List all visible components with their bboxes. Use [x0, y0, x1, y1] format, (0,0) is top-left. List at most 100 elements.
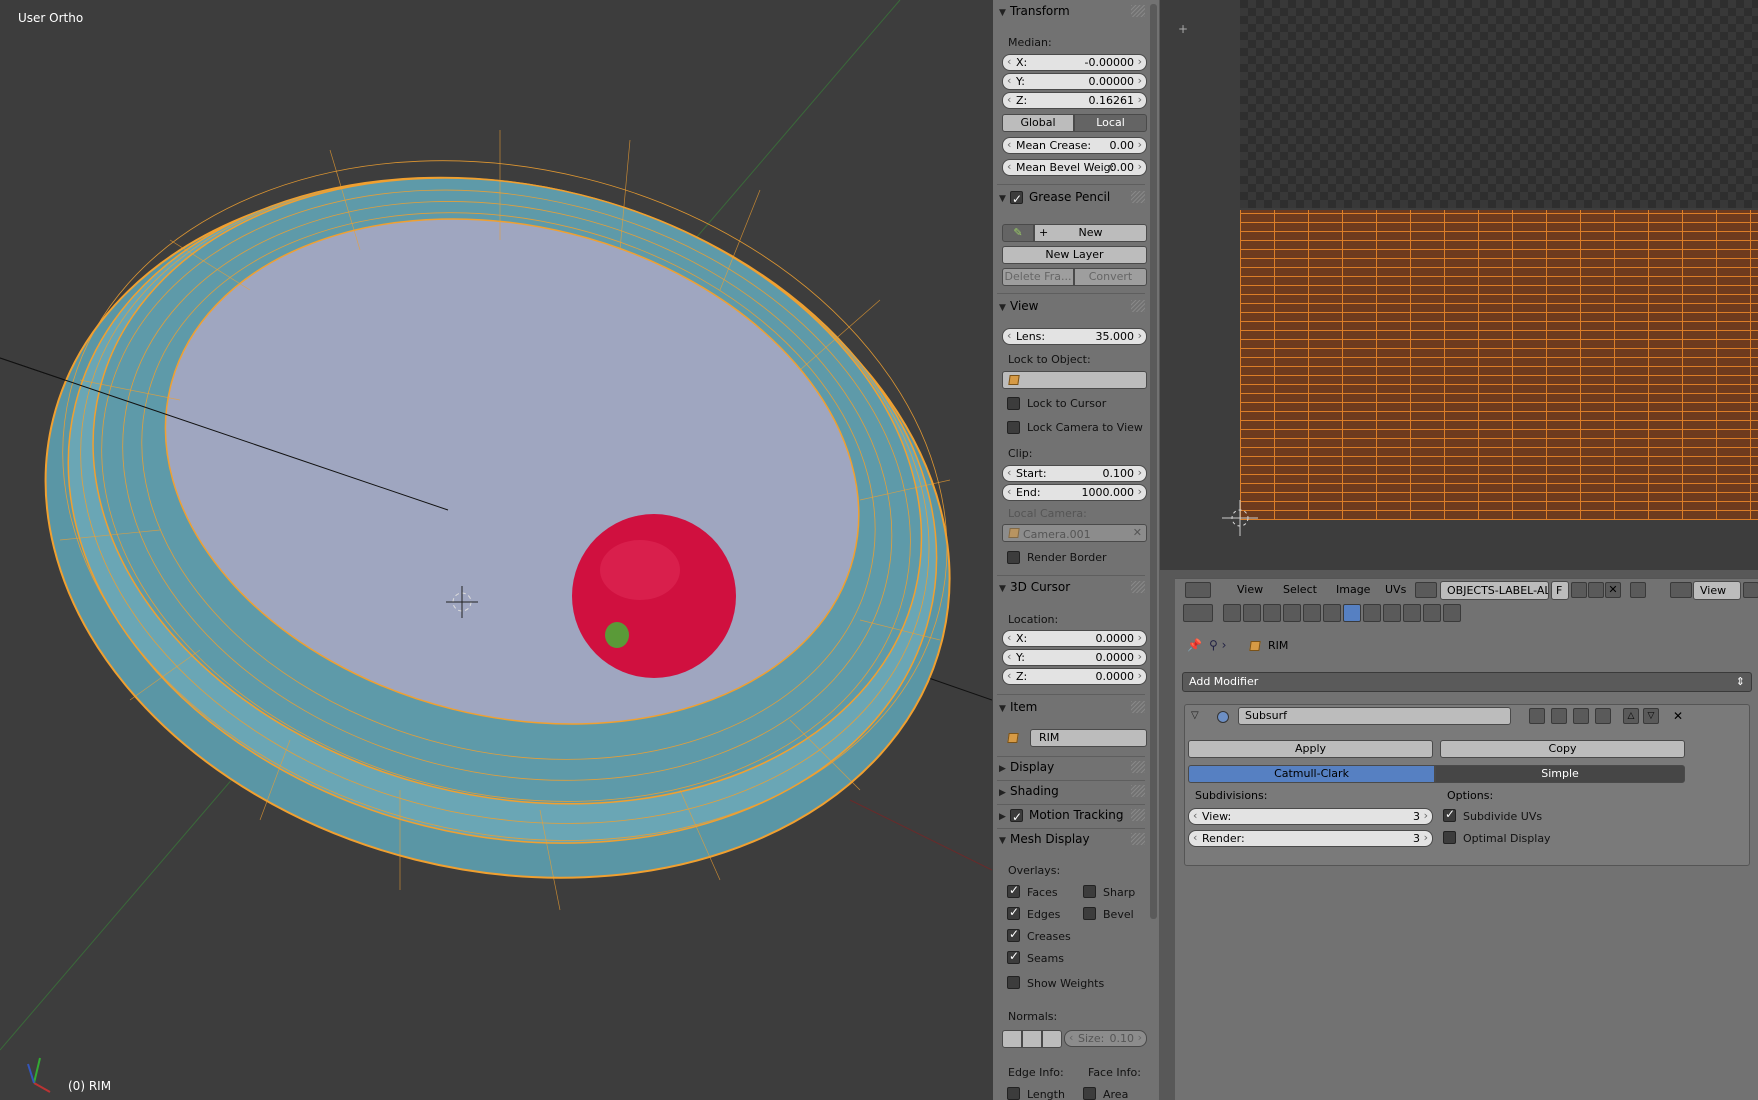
move-up-icon[interactable]: △	[1623, 708, 1639, 724]
physics-tab-icon[interactable]	[1443, 604, 1461, 622]
layers-tab-icon[interactable]	[1243, 604, 1261, 622]
viewport-eye-icon[interactable]	[1551, 708, 1567, 724]
simple-button[interactable]: Simple	[1435, 765, 1685, 783]
panel-header-3d-cursor[interactable]: ▼ 3D Cursor	[999, 577, 1147, 597]
render-icon[interactable]	[1743, 582, 1758, 598]
edges-checkbox[interactable]	[1007, 905, 1020, 920]
cursor-y-field[interactable]: Y:0.0000	[1002, 649, 1147, 666]
particles-tab-icon[interactable]	[1423, 604, 1441, 622]
clip-end-field[interactable]: End:1000.000	[1002, 484, 1147, 501]
material-tab-icon[interactable]	[1383, 604, 1401, 622]
menu-select[interactable]: Select	[1283, 583, 1317, 596]
panel-header-grease-pencil[interactable]: ▼Grease Pencil	[999, 187, 1147, 209]
constraints-tab-icon[interactable]	[1323, 604, 1341, 622]
editmode-icon[interactable]	[1573, 708, 1589, 724]
add-modifier-dropdown[interactable]: Add Modifier ⇕	[1182, 672, 1752, 692]
optimal-display-checkbox[interactable]	[1443, 831, 1456, 844]
open-image-icon[interactable]	[1588, 582, 1604, 598]
scene-tab-icon[interactable]	[1263, 604, 1281, 622]
lock-camera-checkbox[interactable]	[1007, 421, 1020, 434]
mean-bevel-field[interactable]: Mean Bevel Weig:0.00	[1002, 159, 1147, 176]
render-tab-icon[interactable]	[1223, 604, 1241, 622]
motion-tracking-checkbox[interactable]	[1010, 807, 1023, 827]
menu-uvs[interactable]: UVs	[1385, 583, 1406, 596]
lock-to-cursor-checkbox[interactable]	[1007, 397, 1020, 410]
fake-user-button[interactable]: F	[1551, 581, 1569, 600]
global-button[interactable]: Global	[1002, 114, 1074, 132]
mean-crease-field[interactable]: Mean Crease:0.00	[1002, 137, 1147, 154]
area-checkbox[interactable]	[1083, 1087, 1096, 1100]
drag-grip-icon[interactable]	[1131, 5, 1145, 17]
remove-modifier-icon[interactable]: ✕	[1673, 709, 1683, 723]
collapse-triangle-icon[interactable]: ▽	[1191, 710, 1199, 721]
drag-grip-icon[interactable]	[1131, 300, 1145, 312]
panel-header-item[interactable]: ▼ Item	[999, 697, 1147, 717]
copy-button[interactable]: Copy	[1440, 740, 1685, 758]
texture-tab-icon[interactable]	[1403, 604, 1421, 622]
face-normals-icon[interactable]	[1042, 1030, 1062, 1048]
convert-button[interactable]: Convert	[1074, 268, 1147, 286]
drag-grip-icon[interactable]	[1131, 191, 1145, 203]
unlink-x-icon[interactable]: ✕	[1605, 582, 1621, 598]
subdivide-uvs-checkbox[interactable]	[1443, 807, 1456, 822]
new-grease-button[interactable]: + New	[1034, 224, 1147, 242]
pin-icon[interactable]	[1630, 582, 1646, 598]
normal-size-field[interactable]: Size:0.10	[1064, 1030, 1147, 1047]
loop-normals-icon[interactable]	[1022, 1030, 1042, 1048]
length-checkbox[interactable]	[1007, 1087, 1020, 1100]
local-camera-field[interactable]: Camera.001 ✕	[1002, 524, 1147, 542]
modifier-name-field[interactable]: Subsurf	[1238, 707, 1511, 725]
new-image-icon[interactable]	[1571, 582, 1587, 598]
panel-header-motion-tracking[interactable]: ▶Motion Tracking	[999, 805, 1147, 827]
local-button[interactable]: Local	[1074, 114, 1147, 132]
area-divider[interactable]	[1175, 570, 1758, 578]
new-layer-button[interactable]: New Layer	[1002, 246, 1147, 264]
pencil-icon[interactable]: ✎	[1002, 224, 1034, 242]
delete-frame-button[interactable]: Delete Fra...	[1002, 268, 1074, 286]
data-tab-icon[interactable]	[1363, 604, 1381, 622]
cage-icon[interactable]	[1595, 708, 1611, 724]
catmull-clark-button[interactable]: Catmull-Clark	[1188, 765, 1435, 783]
properties-sidebar[interactable]: ▼Transform Median: X:-0.00000 Y:0.00000 …	[993, 0, 1159, 1100]
view-mode-dropdown[interactable]: View	[1693, 581, 1741, 600]
show-weights-checkbox[interactable]	[1007, 976, 1020, 989]
cursor-x-field[interactable]: X:0.0000	[1002, 630, 1147, 647]
clip-start-field[interactable]: Start:0.100	[1002, 465, 1147, 482]
render-levels-field[interactable]: Render:3	[1188, 830, 1433, 847]
apply-button[interactable]: Apply	[1188, 740, 1433, 758]
image-name-field[interactable]: OBJECTS-LABEL-AL...	[1440, 581, 1549, 600]
view-levels-field[interactable]: View:3	[1188, 808, 1433, 825]
area-corner-plus-icon[interactable]: +	[1178, 22, 1188, 36]
drag-grip-icon[interactable]	[1131, 701, 1145, 713]
3d-viewport[interactable]: User Ortho (0) RIM	[0, 0, 992, 1100]
drag-grip-icon[interactable]	[1131, 809, 1145, 821]
sidebar-scrollbar[interactable]	[1150, 4, 1157, 919]
drag-grip-icon[interactable]	[1131, 581, 1145, 593]
cursor-z-field[interactable]: Z:0.0000	[1002, 668, 1147, 685]
sharp-checkbox[interactable]	[1083, 885, 1096, 898]
item-name-field[interactable]: RIM	[1030, 729, 1147, 747]
render-toggle-icon[interactable]	[1529, 708, 1545, 724]
editor-type-icon[interactable]	[1183, 604, 1213, 622]
menu-view[interactable]: View	[1237, 583, 1263, 596]
median-y-field[interactable]: Y:0.00000	[1002, 73, 1147, 90]
editor-type-icon[interactable]	[1185, 582, 1211, 598]
modifiers-tab-icon[interactable]	[1343, 604, 1361, 622]
object-tab-icon[interactable]	[1303, 604, 1321, 622]
faces-checkbox[interactable]	[1007, 883, 1020, 898]
panel-header-mesh-display[interactable]: ▼ Mesh Display	[999, 829, 1147, 849]
panel-header-display[interactable]: ▶ Display	[999, 757, 1147, 777]
bevel-checkbox[interactable]	[1083, 907, 1096, 920]
world-tab-icon[interactable]	[1283, 604, 1301, 622]
grease-pencil-checkbox[interactable]	[1010, 189, 1023, 209]
lock-object-field[interactable]	[1002, 371, 1147, 389]
panel-header-shading[interactable]: ▶ Shading	[999, 781, 1147, 801]
creases-checkbox[interactable]	[1007, 927, 1020, 942]
view-mode-icon[interactable]	[1670, 582, 1692, 598]
drag-grip-icon[interactable]	[1131, 761, 1145, 773]
image-browse-icon[interactable]	[1415, 582, 1437, 598]
clear-x-icon[interactable]: ✕	[1133, 525, 1142, 541]
uv-image-editor[interactable]: +	[1160, 0, 1758, 570]
panel-header-transform[interactable]: ▼ Transform	[999, 1, 1147, 21]
pin-icon[interactable]: 📌	[1187, 638, 1202, 652]
